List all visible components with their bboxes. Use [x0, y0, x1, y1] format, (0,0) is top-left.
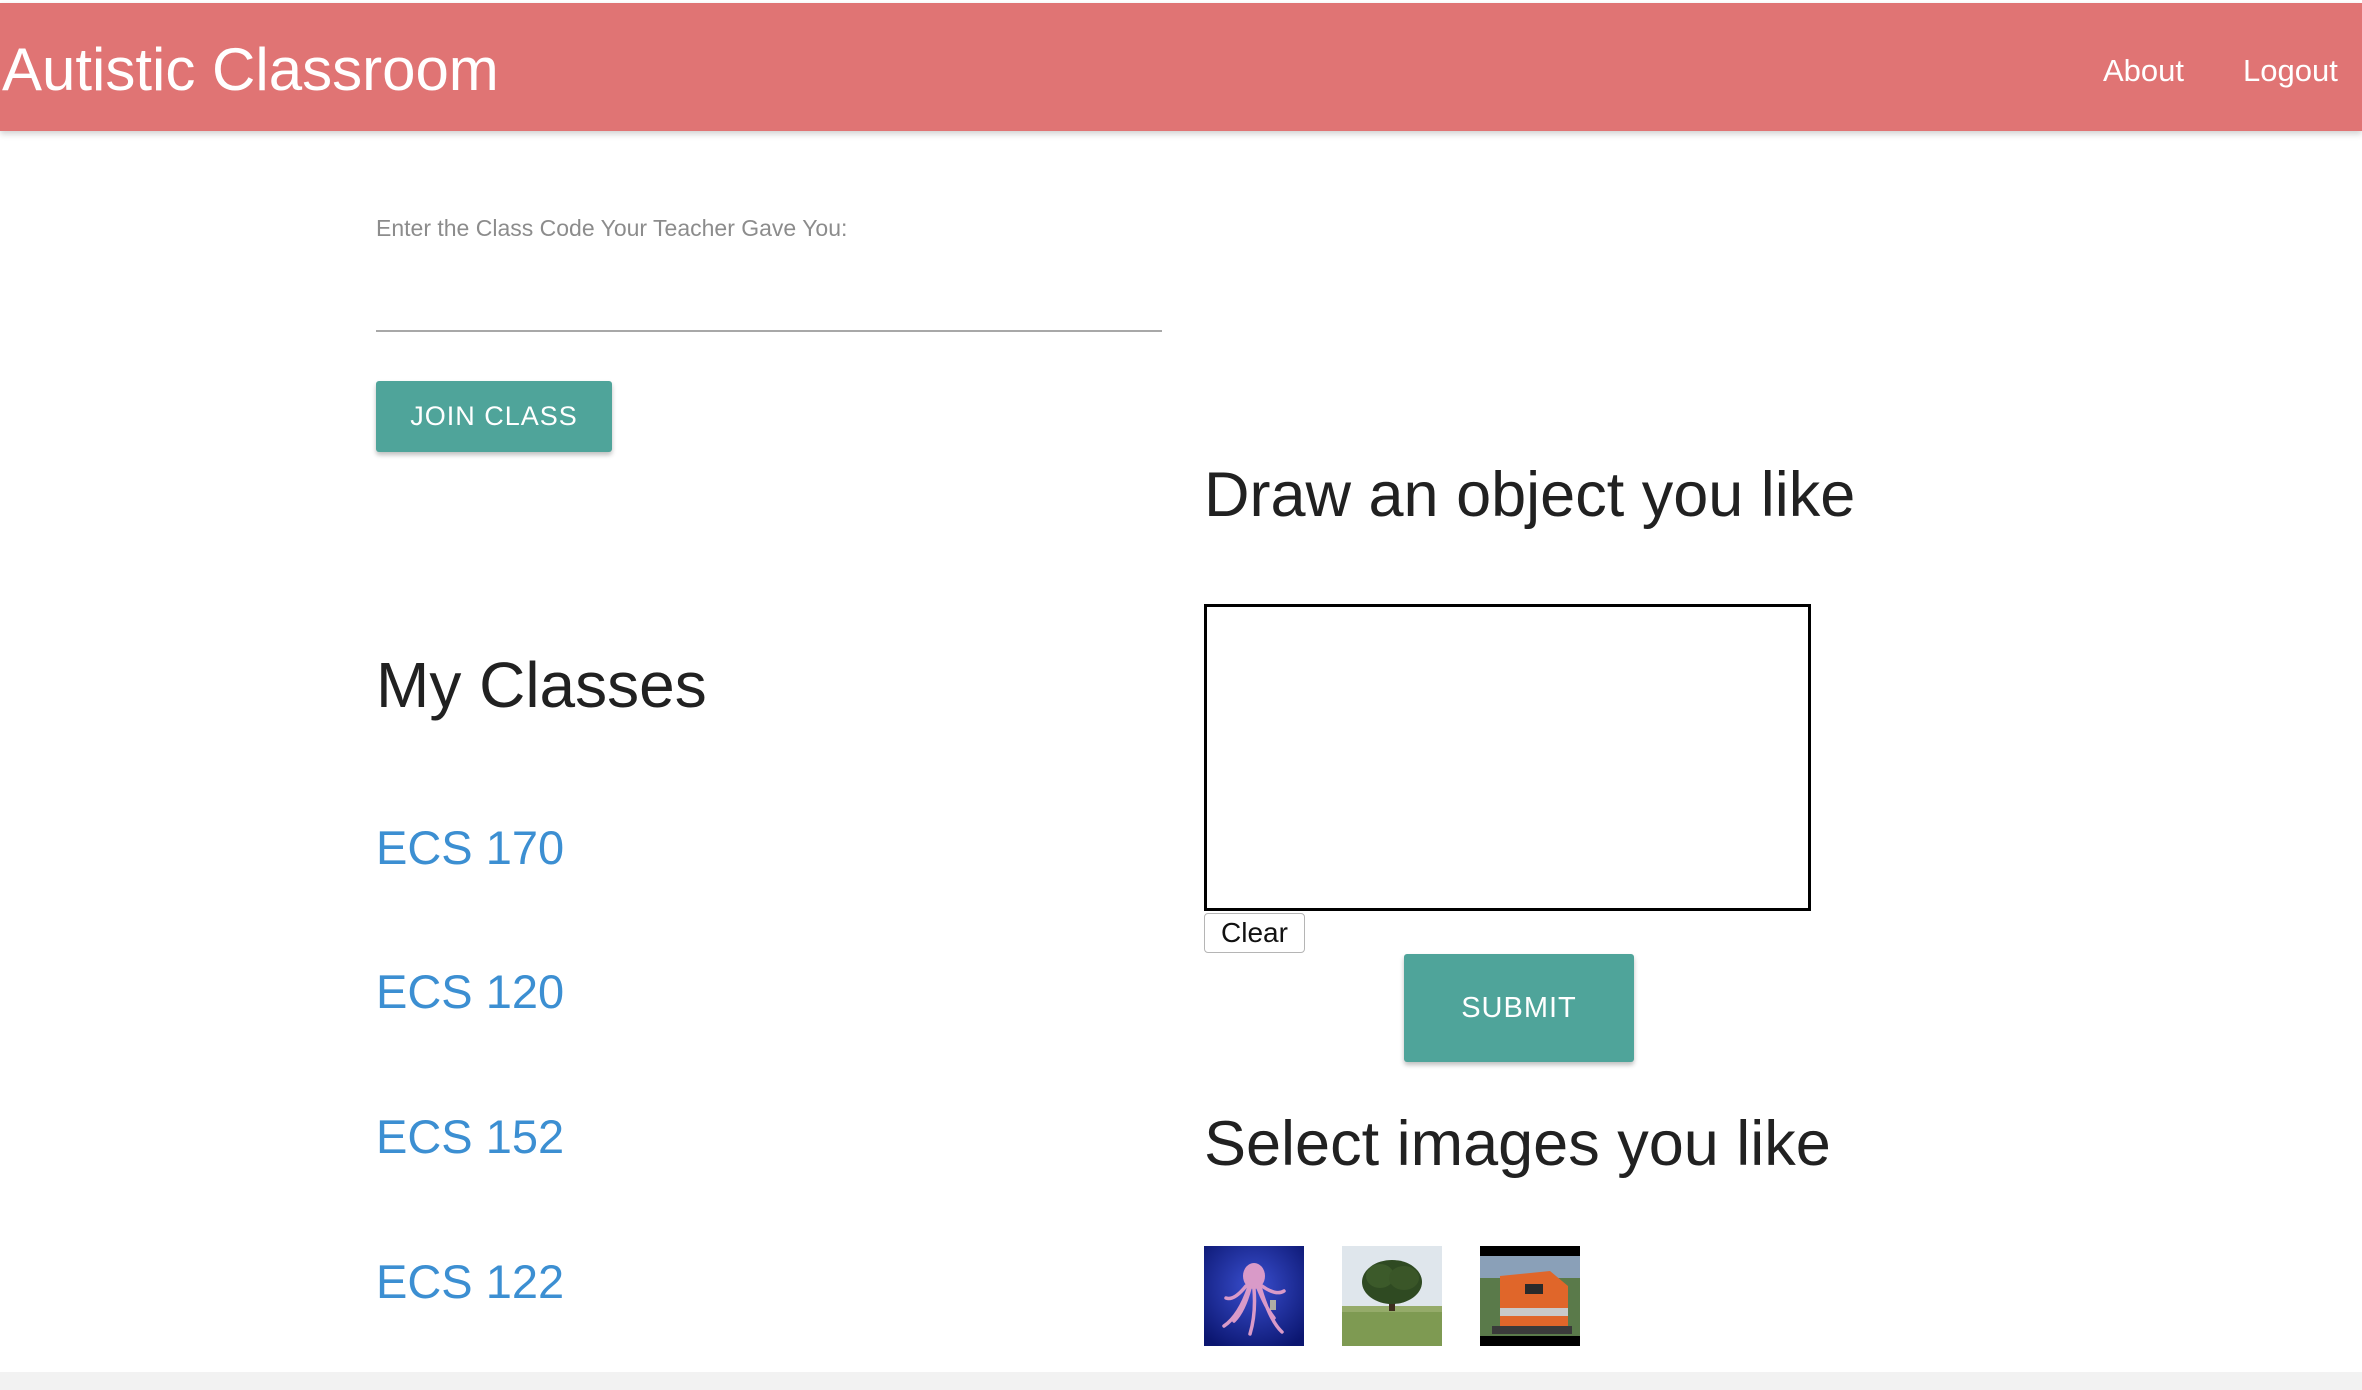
footer-bar — [0, 1372, 2362, 1390]
class-link-ecs-122[interactable]: ECS 122 — [376, 1252, 564, 1312]
navbar: Autistic Classroom About Logout — [0, 3, 2362, 131]
octopus-icon — [1204, 1246, 1304, 1346]
my-classes-title: My Classes — [376, 649, 707, 721]
submit-button[interactable]: SUBMIT — [1404, 954, 1634, 1062]
about-link[interactable]: About — [2103, 51, 2184, 91]
train-icon — [1480, 1246, 1580, 1346]
class-code-label: Enter the Class Code Your Teacher Gave Y… — [376, 215, 848, 241]
brand-link[interactable]: Autistic Classroom — [2, 35, 499, 105]
class-code-input[interactable] — [376, 270, 1162, 332]
octopus-image[interactable] — [1204, 1246, 1304, 1346]
tree-image[interactable] — [1342, 1246, 1442, 1346]
train-image[interactable] — [1480, 1246, 1580, 1346]
join-class-button[interactable]: JOIN CLASS — [376, 381, 612, 452]
clear-button[interactable]: Clear — [1204, 913, 1305, 953]
select-images-title: Select images you like — [1204, 1109, 1831, 1179]
logout-link[interactable]: Logout — [2243, 51, 2338, 91]
draw-title: Draw an object you like — [1204, 460, 1856, 530]
class-link-ecs-120[interactable]: ECS 120 — [376, 962, 564, 1022]
class-link-ecs-170[interactable]: ECS 170 — [376, 818, 564, 878]
drawing-canvas[interactable] — [1204, 604, 1811, 911]
tree-icon — [1342, 1246, 1442, 1346]
class-link-ecs-152[interactable]: ECS 152 — [376, 1107, 564, 1167]
